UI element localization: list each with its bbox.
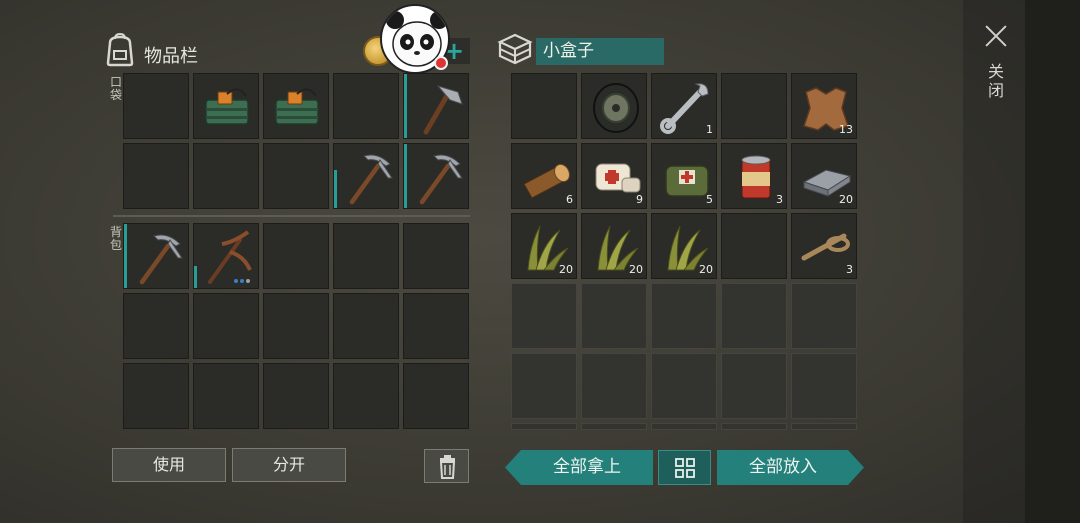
grid-icon (675, 458, 695, 478)
item-slot[interactable]: 20 (651, 213, 717, 279)
chest-name: 小盒子 (536, 38, 664, 65)
empty-slot[interactable] (791, 423, 857, 430)
box-icon (497, 33, 533, 65)
empty-slot[interactable] (791, 353, 857, 419)
empty-slot[interactable] (511, 423, 577, 430)
item-slot[interactable] (263, 73, 329, 139)
item-count: 20 (629, 263, 643, 276)
item-slot[interactable]: 1 (651, 73, 717, 139)
durability-bar (334, 170, 337, 208)
empty-slot[interactable] (263, 143, 329, 209)
trash-icon (439, 455, 456, 479)
item-count: 13 (839, 123, 853, 136)
empty-slot[interactable] (193, 143, 259, 209)
upgrade-dots (234, 279, 250, 283)
item-slot[interactable]: 20 (511, 213, 577, 279)
item-slot[interactable]: 6 (511, 143, 577, 209)
item-count: 20 (699, 263, 713, 276)
item-count: 3 (776, 193, 783, 206)
close-icon[interactable] (982, 22, 1010, 50)
empty-slot[interactable] (651, 353, 717, 419)
item-slot[interactable] (403, 73, 469, 139)
item-count: 20 (839, 193, 853, 206)
empty-slot[interactable] (123, 293, 189, 359)
pickaxe-icon (419, 154, 463, 205)
wheel-icon (593, 83, 639, 133)
sort-grid-button[interactable] (658, 450, 711, 485)
empty-slot[interactable] (263, 293, 329, 359)
item-count: 3 (846, 263, 853, 276)
empty-slot[interactable] (721, 283, 787, 349)
notification-badge (434, 56, 448, 70)
item-count: 5 (706, 193, 713, 206)
trash-button[interactable] (424, 449, 469, 483)
empty-slot[interactable] (721, 353, 787, 419)
item-slot[interactable]: 5 (651, 143, 717, 209)
durability-bar (194, 266, 197, 288)
hatchet-icon (423, 85, 463, 135)
empty-slot[interactable] (403, 363, 469, 429)
empty-slot[interactable] (721, 213, 787, 279)
empty-slot[interactable] (721, 73, 787, 139)
empty-slot[interactable] (263, 363, 329, 429)
item-slot[interactable]: 9 (581, 143, 647, 209)
side-panel (963, 0, 1080, 523)
split-button[interactable]: 分开 (232, 448, 346, 482)
durability-bar (404, 74, 407, 138)
item-slot[interactable]: 13 (791, 73, 857, 139)
empty-slot[interactable] (651, 283, 717, 349)
take-all-button[interactable]: 全部拿上 (521, 450, 653, 485)
empty-slot[interactable] (333, 293, 399, 359)
empty-slot[interactable] (333, 223, 399, 289)
empty-slot[interactable] (791, 283, 857, 349)
item-count: 1 (706, 123, 713, 136)
explosive-crate-icon (275, 88, 319, 125)
item-slot[interactable] (333, 143, 399, 209)
empty-slot[interactable] (511, 283, 577, 349)
section-divider (113, 215, 470, 217)
item-slot[interactable] (193, 223, 259, 289)
use-button[interactable]: 使用 (112, 448, 226, 482)
close-label[interactable]: 关闭 (986, 62, 1006, 100)
backpack-icon (106, 33, 134, 67)
empty-slot[interactable] (403, 223, 469, 289)
item-slot[interactable] (403, 143, 469, 209)
empty-slot[interactable] (581, 283, 647, 349)
item-slot[interactable]: 20 (581, 213, 647, 279)
empty-slot[interactable] (333, 73, 399, 139)
pickaxe-icon (349, 154, 393, 205)
item-slot[interactable] (193, 73, 259, 139)
empty-slot[interactable] (193, 293, 259, 359)
empty-slot[interactable] (123, 143, 189, 209)
durability-bar (124, 224, 127, 288)
bone-pickaxe-icon (208, 230, 252, 284)
put-all-button[interactable]: 全部放入 (717, 450, 849, 485)
item-slot[interactable]: 3 (791, 213, 857, 279)
item-slot[interactable] (581, 73, 647, 139)
empty-slot[interactable] (511, 73, 577, 139)
empty-slot[interactable] (581, 353, 647, 419)
empty-slot[interactable] (403, 293, 469, 359)
empty-slot[interactable] (511, 353, 577, 419)
empty-slot[interactable] (123, 73, 189, 139)
inventory-title: 物品栏 (144, 46, 198, 67)
pickaxe-icon (139, 234, 183, 285)
empty-slot[interactable] (193, 363, 259, 429)
empty-slot[interactable] (263, 223, 329, 289)
item-slot[interactable]: 20 (791, 143, 857, 209)
empty-slot[interactable] (651, 423, 717, 430)
item-count: 20 (559, 263, 573, 276)
empty-slot[interactable] (581, 423, 647, 430)
explosive-crate-icon (205, 88, 249, 125)
empty-slot[interactable] (721, 423, 787, 430)
pocket-label: 口袋 (109, 75, 122, 102)
backpack-label: 背包 (109, 225, 122, 252)
item-slot[interactable]: 3 (721, 143, 787, 209)
empty-slot[interactable] (123, 363, 189, 429)
item-count: 9 (636, 193, 643, 206)
empty-slot[interactable] (333, 363, 399, 429)
item-count: 6 (566, 193, 573, 206)
durability-bar (404, 144, 407, 208)
item-slot[interactable] (123, 223, 189, 289)
